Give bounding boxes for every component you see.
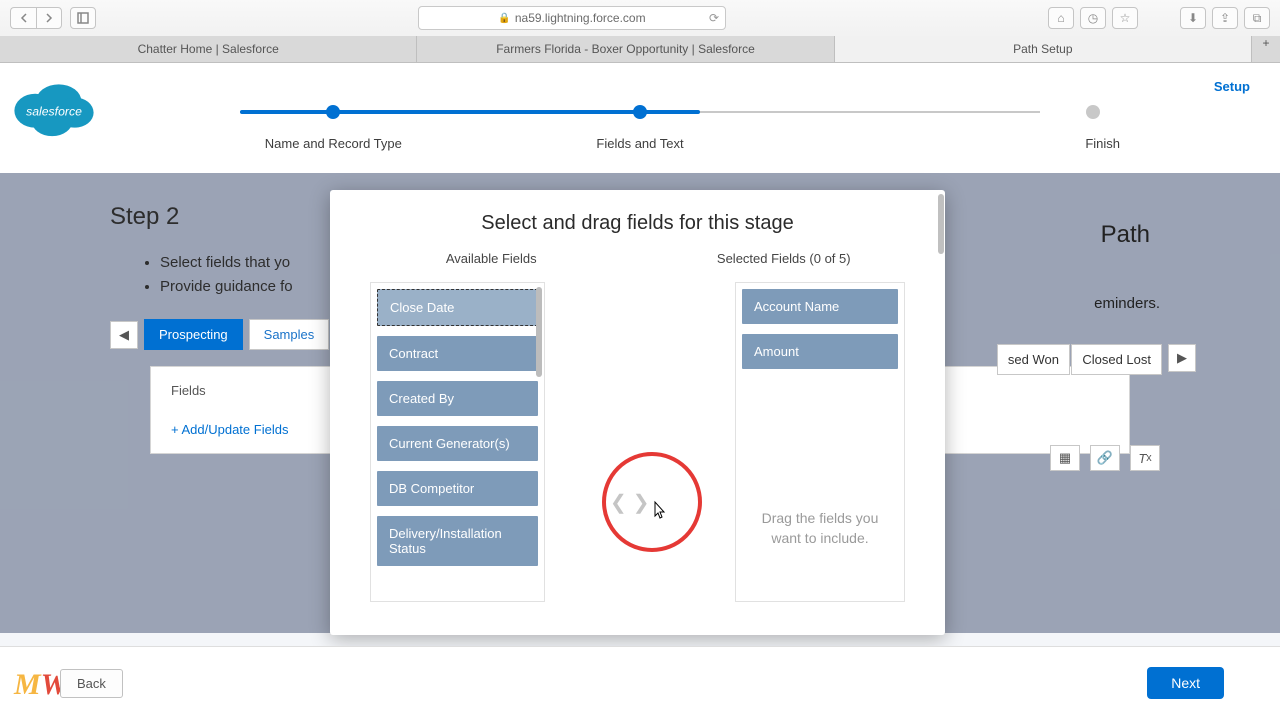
home-icon[interactable]: ⌂ bbox=[1048, 7, 1074, 29]
move-left-icon[interactable]: ❮ bbox=[610, 490, 627, 515]
progress-indicator: Name and Record Type Fields and Text Fin… bbox=[180, 105, 1100, 151]
progress-label-0: Name and Record Type bbox=[180, 136, 487, 151]
field-picker-modal: Select and drag fields for this stage Av… bbox=[330, 190, 945, 635]
address-bar[interactable]: 🔒 na59.lightning.force.com ⟳ bbox=[418, 6, 726, 30]
browser-chrome: 🔒 na59.lightning.force.com ⟳ ⌂ ◷ ☆ ⬇ ⇪ ⧉… bbox=[0, 0, 1280, 63]
browser-tab-0[interactable]: Chatter Home | Salesforce bbox=[0, 36, 417, 62]
url-text: na59.lightning.force.com bbox=[515, 11, 646, 25]
available-fields-list: Close Date Contract Created By Current G… bbox=[370, 282, 545, 602]
field-created-by[interactable]: Created By bbox=[377, 381, 538, 416]
heading-trail: Path bbox=[1101, 221, 1150, 249]
transfer-arrows: ❮ ❯ bbox=[610, 490, 650, 515]
new-tab-button[interactable]: + bbox=[1252, 36, 1280, 62]
stage-samples[interactable]: Samples bbox=[249, 319, 330, 350]
toolbar-image-icon[interactable]: ▦ bbox=[1050, 445, 1080, 471]
next-button[interactable]: Next bbox=[1147, 667, 1224, 699]
tabs-icon[interactable]: ⧉ bbox=[1244, 7, 1270, 29]
drag-hint-text: Drag the fields you want to include. bbox=[742, 509, 898, 548]
progress-dot-2 bbox=[1086, 105, 1100, 119]
progress-label-1: Fields and Text bbox=[487, 136, 794, 151]
reload-icon[interactable]: ⟳ bbox=[709, 11, 719, 25]
move-right-icon[interactable]: ❯ bbox=[633, 490, 650, 515]
selected-fields-label: Selected Fields (0 of 5) bbox=[663, 251, 906, 266]
field-delivery-status[interactable]: Delivery/Installation Status bbox=[377, 516, 538, 566]
field-contract[interactable]: Contract bbox=[377, 336, 538, 371]
stage-prev-button[interactable]: ◀ bbox=[110, 321, 138, 349]
modal-title: Select and drag fields for this stage bbox=[330, 190, 945, 251]
selected-amount[interactable]: Amount bbox=[742, 334, 898, 369]
available-scrollbar[interactable] bbox=[536, 287, 542, 377]
browser-toolbar: 🔒 na59.lightning.force.com ⟳ ⌂ ◷ ☆ ⬇ ⇪ ⧉ bbox=[0, 0, 1280, 36]
salesforce-logo: salesforce bbox=[6, 73, 102, 144]
stage-next-button[interactable]: ▶ bbox=[1168, 344, 1196, 372]
history-icon[interactable]: ◷ bbox=[1080, 7, 1106, 29]
step-heading: Step 2 bbox=[110, 203, 179, 230]
toolbar-link-icon[interactable]: 🔗 bbox=[1090, 445, 1120, 471]
selected-fields-list: Account Name Amount Drag the fields you … bbox=[735, 282, 905, 602]
selected-account-name[interactable]: Account Name bbox=[742, 289, 898, 324]
wizard-footer: MWM Back Next bbox=[0, 646, 1280, 720]
back-button[interactable]: Back bbox=[60, 669, 123, 698]
field-close-date[interactable]: Close Date bbox=[377, 289, 538, 326]
lock-icon: 🔒 bbox=[498, 13, 510, 24]
sidebar-toggle-button[interactable] bbox=[70, 7, 96, 29]
bullet-trail: eminders. bbox=[1094, 295, 1160, 312]
stage-closed-lost[interactable]: Closed Lost bbox=[1071, 344, 1162, 375]
progress-dot-1 bbox=[633, 105, 647, 119]
stage-prospecting[interactable]: Prospecting bbox=[144, 319, 243, 350]
back-button[interactable] bbox=[10, 7, 36, 29]
stage-won-partial[interactable]: sed Won bbox=[997, 344, 1070, 375]
browser-tabs: Chatter Home | Salesforce Farmers Florid… bbox=[0, 36, 1280, 62]
available-fields-label: Available Fields bbox=[370, 251, 613, 266]
share-icon[interactable]: ⇪ bbox=[1212, 7, 1238, 29]
app-header: salesforce Setup Name and Record Type Fi… bbox=[0, 63, 1280, 173]
modal-scrollbar[interactable] bbox=[937, 192, 945, 633]
browser-tab-2[interactable]: Path Setup bbox=[835, 36, 1252, 62]
svg-text:salesforce: salesforce bbox=[26, 104, 82, 118]
browser-tab-1[interactable]: Farmers Florida - Boxer Opportunity | Sa… bbox=[417, 36, 834, 62]
progress-dot-0 bbox=[326, 105, 340, 119]
bookmarks-icon[interactable]: ☆ bbox=[1112, 7, 1138, 29]
field-db-competitor[interactable]: DB Competitor bbox=[377, 471, 538, 506]
toolbar-clear-icon[interactable]: Tx bbox=[1130, 445, 1160, 471]
field-current-generators[interactable]: Current Generator(s) bbox=[377, 426, 538, 461]
forward-button[interactable] bbox=[36, 7, 62, 29]
progress-label-2: Finish bbox=[793, 136, 1120, 151]
downloads-icon[interactable]: ⬇ bbox=[1180, 7, 1206, 29]
setup-link[interactable]: Setup bbox=[1214, 79, 1250, 94]
